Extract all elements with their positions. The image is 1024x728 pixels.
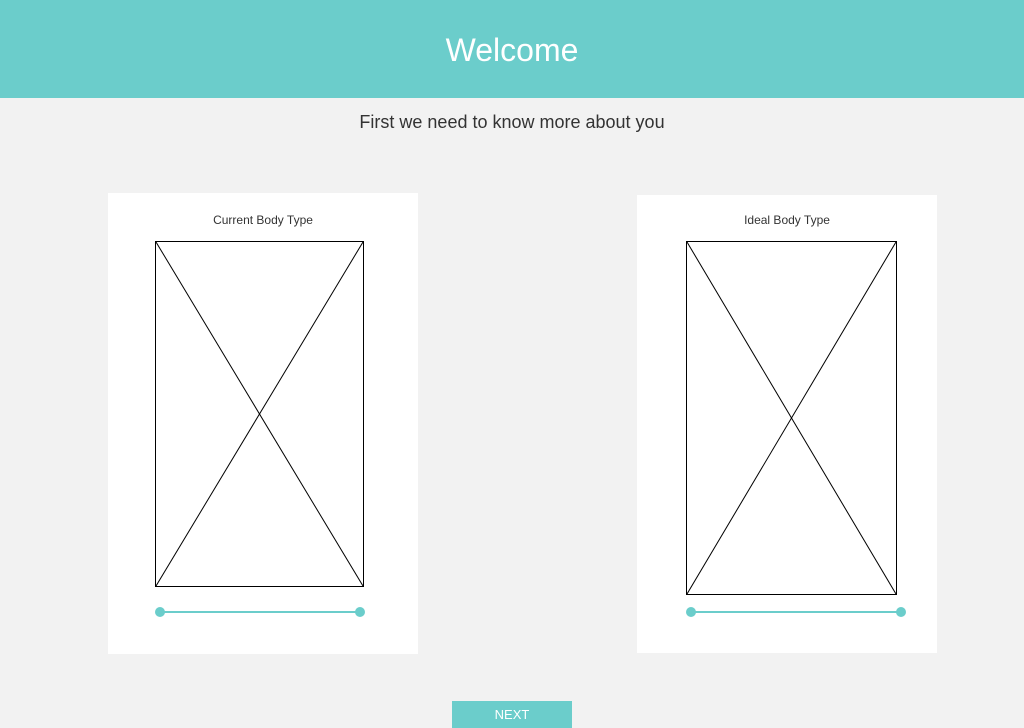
page-title: Welcome: [445, 32, 579, 68]
slider-min-handle[interactable]: [155, 607, 165, 617]
ideal-body-type-card: Ideal Body Type: [637, 195, 937, 653]
slider-max-handle[interactable]: [355, 607, 365, 617]
image-placeholder-icon: [687, 242, 896, 594]
next-button[interactable]: NEXT: [452, 701, 572, 728]
ideal-body-type-image[interactable]: [686, 241, 897, 595]
current-body-type-image[interactable]: [155, 241, 364, 587]
slider-track: [691, 611, 901, 613]
image-placeholder-icon: [156, 242, 363, 586]
current-body-type-slider[interactable]: [155, 606, 365, 618]
slider-track: [160, 611, 360, 613]
current-body-type-title: Current Body Type: [213, 213, 313, 227]
ideal-body-type-slider[interactable]: [686, 606, 906, 618]
slider-max-handle[interactable]: [896, 607, 906, 617]
current-body-type-card: Current Body Type: [108, 193, 418, 654]
page-subtitle: First we need to know more about you: [359, 112, 665, 132]
ideal-body-type-title: Ideal Body Type: [744, 213, 830, 227]
slider-min-handle[interactable]: [686, 607, 696, 617]
header-bar: Welcome: [0, 0, 1024, 98]
